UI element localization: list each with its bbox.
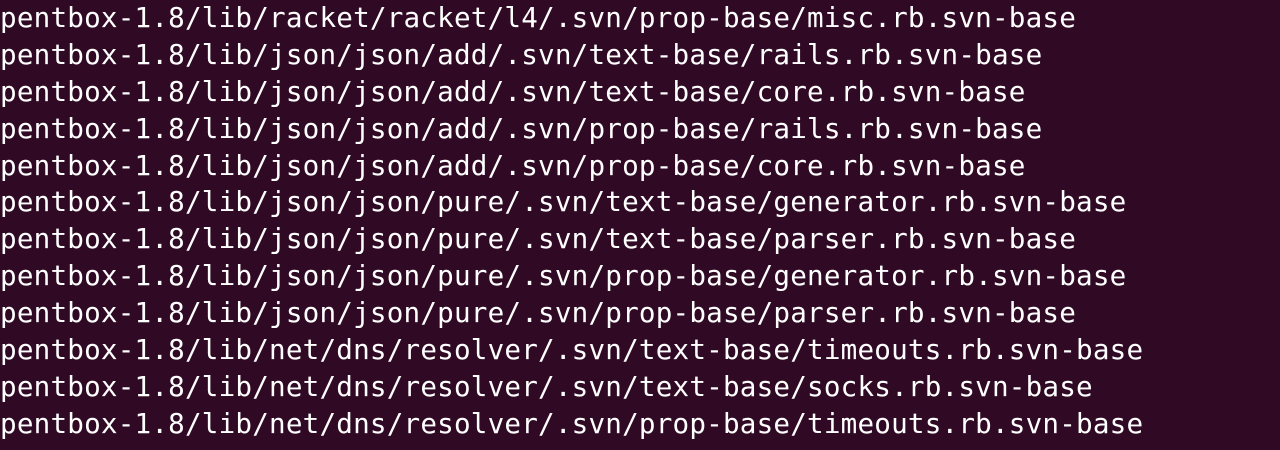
output-line: pentbox-1.8/lib/json/json/pure/.svn/text… — [0, 185, 1127, 219]
output-line: pentbox-1.8/lib/json/json/pure/.svn/prop… — [0, 296, 1077, 330]
output-line: pentbox-1.8/lib/json/json/add/.svn/prop-… — [0, 148, 1026, 182]
output-line: pentbox-1.8/lib/json/json/pure/.svn/text… — [0, 222, 1077, 256]
output-line: pentbox-1.8/lib/json/json/add/.svn/text-… — [0, 37, 1043, 71]
output-line: pentbox-1.8/lib/json/json/add/.svn/prop-… — [0, 111, 1043, 145]
output-line: pentbox-1.8/lib/json/json/add/.svn/text-… — [0, 74, 1026, 108]
output-line: pentbox-1.8/lib/racket/racket/l4/.svn/pr… — [0, 1, 1077, 34]
terminal-output[interactable]: pentbox-1.8/lib/racket/racket/l4/.svn/pr… — [0, 0, 1280, 450]
output-line: pentbox-1.8/lib/net/dns/resolver/.svn/pr… — [0, 406, 1144, 440]
output-line: pentbox-1.8/lib/net/dns/resolver/.svn/te… — [0, 369, 1093, 403]
output-line: pentbox-1.8/lib/json/json/pure/.svn/prop… — [0, 259, 1127, 293]
output-line: pentbox-1.8/lib/net/dns/resolver/.svn/te… — [0, 333, 1144, 367]
output-lines: pentbox-1.8/lib/racket/racket/l4/.svn/pr… — [0, 0, 1143, 443]
